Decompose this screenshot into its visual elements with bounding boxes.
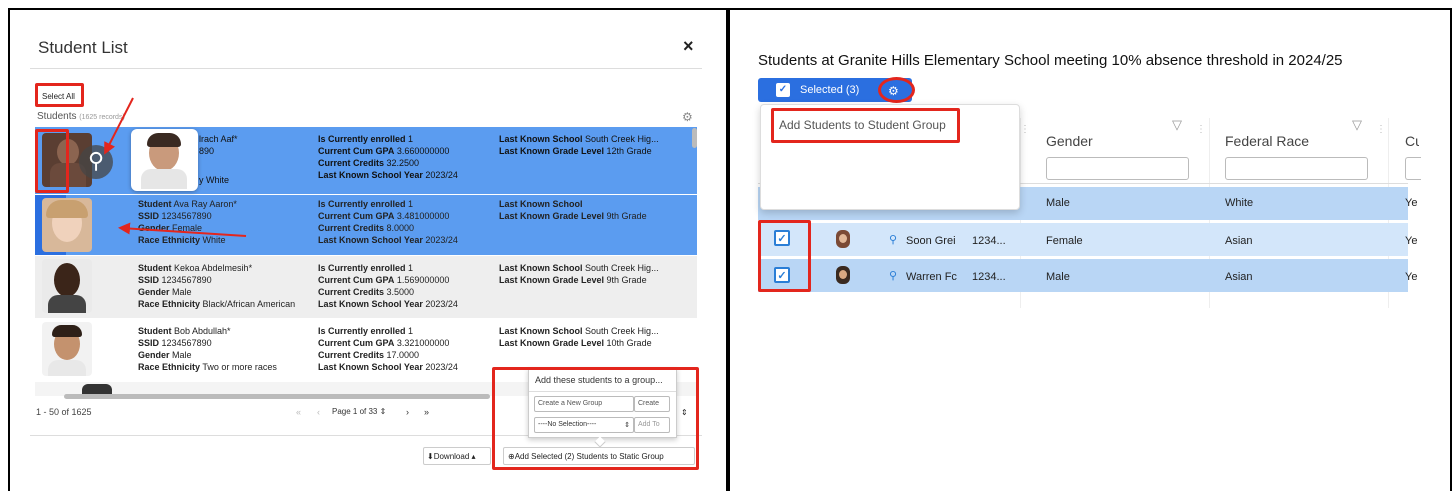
extra-cell: Ye: [1405, 271, 1418, 283]
prev-page-icon[interactable]: ‹: [317, 407, 320, 417]
pager-range: 1 - 50 of 1625: [36, 407, 92, 417]
name-cell[interactable]: Soon Grei: [906, 235, 959, 247]
selected-check-icon[interactable]: ✓: [776, 83, 790, 97]
gender-cell: Female: [1046, 235, 1083, 247]
download-button[interactable]: ⬇Download ▴: [423, 447, 491, 465]
gender-cell: Male: [1046, 271, 1070, 283]
table-row[interactable]: [758, 223, 1408, 256]
race-filter-input[interactable]: [1225, 157, 1368, 180]
name-cell[interactable]: Warren Fc: [906, 271, 959, 283]
last-page-icon[interactable]: »: [424, 407, 429, 417]
col-header-federal-race[interactable]: Federal Race: [1225, 133, 1309, 149]
cut-filter-input[interactable]: [1405, 157, 1421, 180]
first-page-icon[interactable]: «: [296, 407, 301, 417]
race-cell: Asian: [1225, 271, 1253, 283]
col-menu-icon[interactable]: ⋮: [1196, 124, 1206, 135]
ssid-cell: 1234...: [972, 271, 1006, 283]
highlight-add-group: [492, 367, 699, 470]
gender-filter-input[interactable]: [1046, 157, 1189, 180]
highlight-menu-item: [771, 108, 960, 143]
race-cell: White: [1225, 197, 1254, 209]
filter-icon[interactable]: ▽: [1172, 117, 1182, 133]
col-header-gender[interactable]: Gender: [1046, 133, 1093, 149]
gender-cell: Male: [1046, 197, 1070, 209]
col-header-cut[interactable]: Cu: [1405, 133, 1419, 149]
avatar: [836, 266, 850, 284]
col-menu-icon[interactable]: ⋮: [1020, 124, 1030, 135]
page-select[interactable]: Page 1 of 33 ⇕: [332, 407, 386, 416]
filter-icon[interactable]: ▽: [1352, 117, 1362, 133]
highlight-checkboxes: [758, 220, 811, 292]
search-icon[interactable]: ⚲: [889, 233, 897, 246]
avatar: [836, 230, 850, 248]
ssid-cell: 1234...: [972, 235, 1006, 247]
col-menu-icon[interactable]: ⋮: [1376, 124, 1386, 135]
table-row[interactable]: [758, 259, 1408, 292]
page-title: Students at Granite Hills Elementary Sch…: [758, 52, 1343, 69]
race-cell: Asian: [1225, 235, 1253, 247]
highlight-gear: [878, 77, 915, 103]
search-icon[interactable]: ⚲: [889, 269, 897, 282]
extra-cell: Ye: [1405, 197, 1418, 209]
next-page-icon[interactable]: ›: [406, 407, 409, 417]
extra-cell: Ye: [1405, 235, 1418, 247]
selected-count-button[interactable]: Selected (3): [800, 84, 859, 96]
